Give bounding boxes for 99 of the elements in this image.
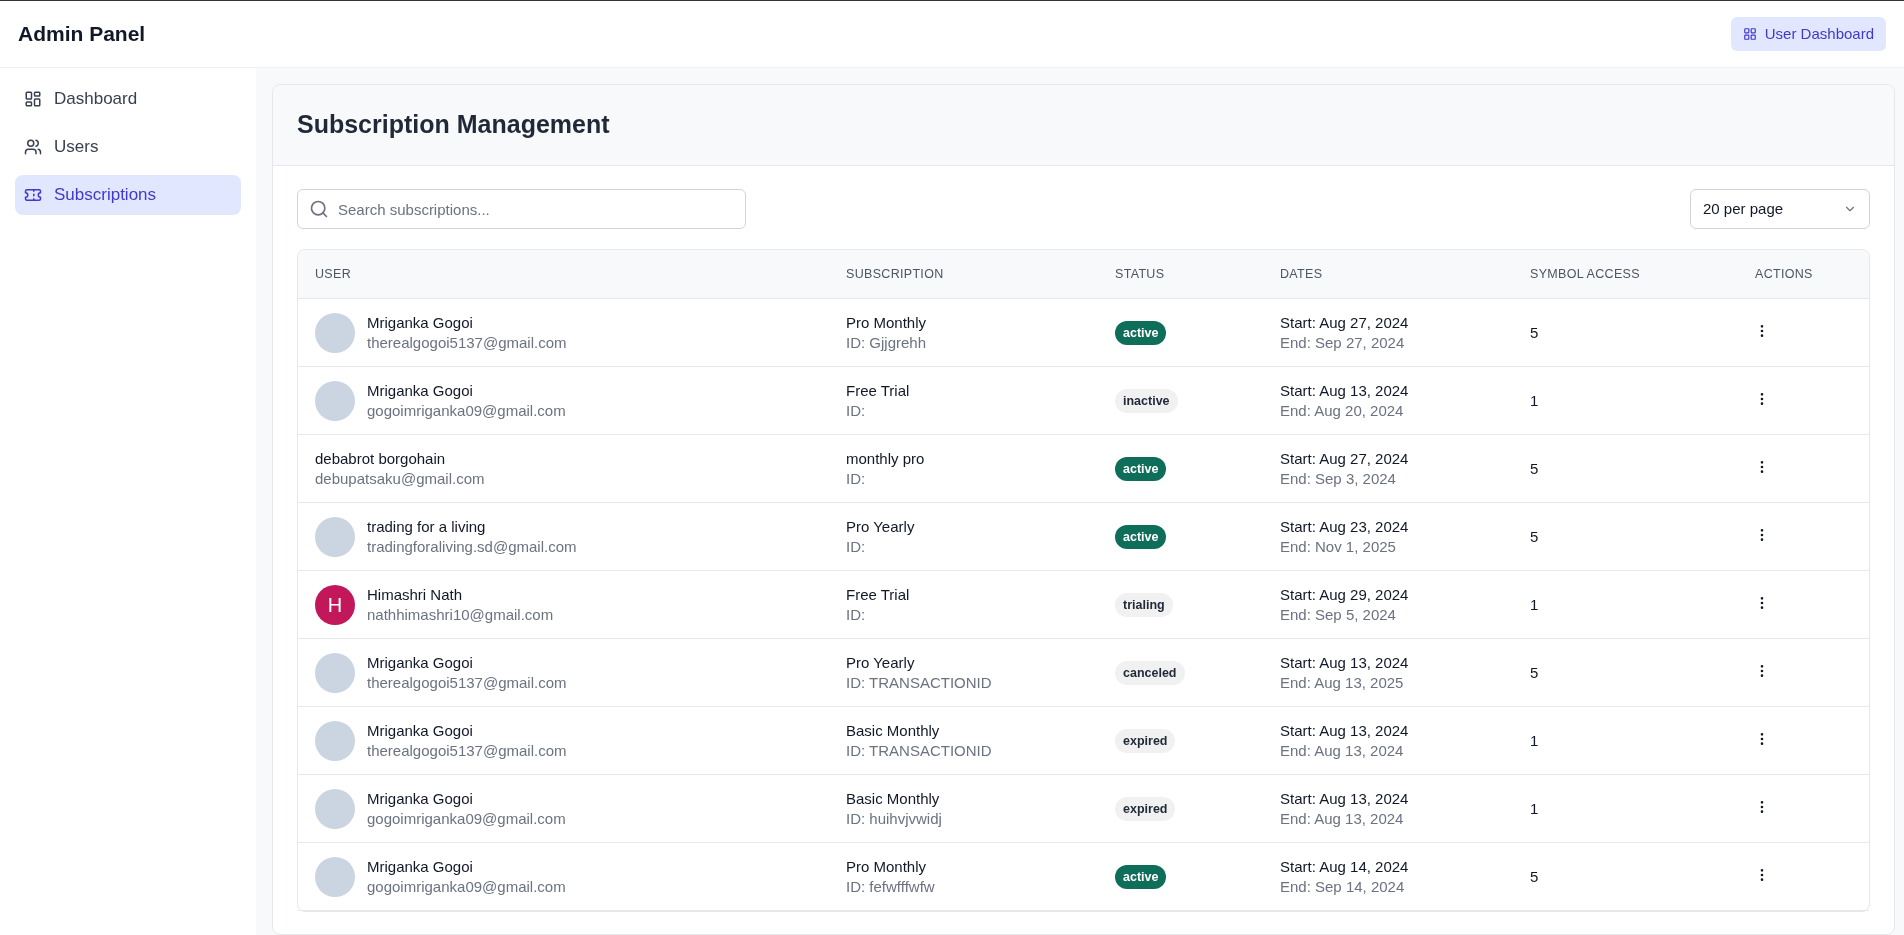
status-badge: active [1115,864,1167,890]
plan-name: Pro Yearly [846,652,916,673]
user-email: gogoimriganka09@gmail.com [367,400,566,421]
user-email: therealgogoi5137@gmail.com [367,740,567,761]
start-date: Start: Aug 13, 2024 [1280,788,1410,809]
end-date: End: Sep 14, 2024 [1280,876,1406,897]
user-email: therealgogoi5137@gmail.com [367,672,567,693]
plan-name: Free Trial [846,380,911,401]
user-email: debupatsaku@gmail.com [315,468,485,489]
symbol-access-count: 1 [1530,799,1539,817]
photo-placeholder [315,652,355,693]
photo-placeholder [315,788,355,829]
users-icon [24,138,42,156]
search-icon [309,199,329,219]
user-name: trading for a living [367,516,487,537]
plan-id: ID: Gjjgrehh [846,332,928,353]
user-name: Mriganka Gogoi [367,380,474,401]
start-date: Start: Aug 27, 2024 [1280,448,1410,469]
status-badge: trialing [1115,592,1173,618]
status-badge: inactive [1115,388,1178,414]
end-date: End: Aug 13, 2024 [1280,740,1405,761]
user-name: debabrot borgohain [315,448,447,469]
status-badge: expired [1115,728,1176,754]
plan-id: ID: TRANSACTIONID [846,672,993,693]
end-date: End: Aug 13, 2025 [1280,672,1405,693]
user-name: Himashri Nath [367,584,464,605]
column-header: ACTIONS [1754,265,1814,283]
page-title: Subscription Management [297,109,610,141]
start-date: Start: Aug 29, 2024 [1280,584,1410,605]
end-date: End: Sep 3, 2024 [1280,468,1397,489]
sidebar-item[interactable]: Subscriptions [15,175,241,215]
user-email: tradingforaliving.sd@gmail.com [367,536,577,557]
end-date: End: Aug 20, 2024 [1280,400,1405,421]
plan-name: Pro Yearly [846,516,916,537]
plan-id: ID: fefwfffwfw [846,876,936,897]
symbol-access-count: 5 [1530,527,1539,545]
symbol-access-count: 1 [1530,731,1539,749]
end-date: End: Nov 1, 2025 [1280,536,1397,557]
user-name: Mriganka Gogoi [367,720,474,741]
symbol-access-count: 5 [1530,323,1539,341]
plan-id: ID: [846,604,867,625]
user-name: Mriganka Gogoi [367,856,474,877]
plan-id: ID: huihvjvwidj [846,808,943,829]
user-name: Mriganka Gogoi [367,652,474,673]
plan-name: Basic Monthly [846,720,941,741]
symbol-access-count: 5 [1530,663,1539,681]
column-header: SYMBOL ACCESS [1529,265,1641,283]
plan-name: Pro Monthly [846,312,928,333]
per-page-select[interactable]: 20 per page [1690,189,1870,229]
symbol-access-count: 5 [1530,867,1539,885]
user-dashboard-button[interactable]: User Dashboard [1730,17,1886,51]
sidebar-item[interactable]: Dashboard [15,79,241,119]
plan-id: ID: [846,468,867,489]
start-date: Start: Aug 23, 2024 [1280,516,1410,537]
avatar-initial: H [315,584,355,625]
end-date: End: Sep 5, 2024 [1280,604,1397,625]
photo-placeholder [315,312,355,353]
status-badge: active [1115,524,1167,550]
user-name: Mriganka Gogoi [367,312,474,333]
status-badge: active [1115,320,1167,346]
end-date: End: Aug 13, 2024 [1280,808,1405,829]
start-date: Start: Aug 27, 2024 [1280,312,1410,333]
column-header: SUBSCRIPTION [845,265,945,283]
plan-name: Pro Monthly [846,856,928,877]
plan-name: monthly pro [846,448,926,469]
status-badge: expired [1115,796,1176,822]
start-date: Start: Aug 14, 2024 [1280,856,1410,877]
start-date: Start: Aug 13, 2024 [1280,652,1410,673]
photo-placeholder [315,856,355,897]
symbol-access-count: 1 [1530,595,1539,613]
user-email: nathhimashri10@gmail.com [367,604,554,625]
column-header: USER [314,265,352,283]
search-field[interactable]: Search subscriptions... [297,189,746,229]
photo-placeholder [315,516,355,557]
user-name: Mriganka Gogoi [367,788,474,809]
start-date: Start: Aug 13, 2024 [1280,720,1410,741]
status-badge: active [1115,456,1167,482]
plan-id: ID: [846,536,867,557]
plan-name: Free Trial [846,584,911,605]
photo-placeholder [315,380,355,421]
column-header: DATES [1279,265,1324,283]
ticket-icon [24,186,42,204]
column-header: STATUS [1114,265,1166,283]
plan-id: ID: TRANSACTIONID [846,740,993,761]
photo-placeholder [315,720,355,761]
dashboard-icon [24,90,42,108]
plan-name: Basic Monthly [846,788,941,809]
app-title: Admin Panel [18,21,146,48]
symbol-access-count: 1 [1530,391,1539,409]
grid-icon [1742,27,1757,41]
user-email: gogoimriganka09@gmail.com [367,808,566,829]
symbol-access-count: 5 [1530,459,1539,477]
user-email: therealgogoi5137@gmail.com [367,332,567,353]
sidebar-item[interactable]: Users [15,127,241,167]
start-date: Start: Aug 13, 2024 [1280,380,1410,401]
user-email: gogoimriganka09@gmail.com [367,876,566,897]
plan-id: ID: [846,400,867,421]
end-date: End: Sep 27, 2024 [1280,332,1406,353]
status-badge: canceled [1115,660,1185,686]
